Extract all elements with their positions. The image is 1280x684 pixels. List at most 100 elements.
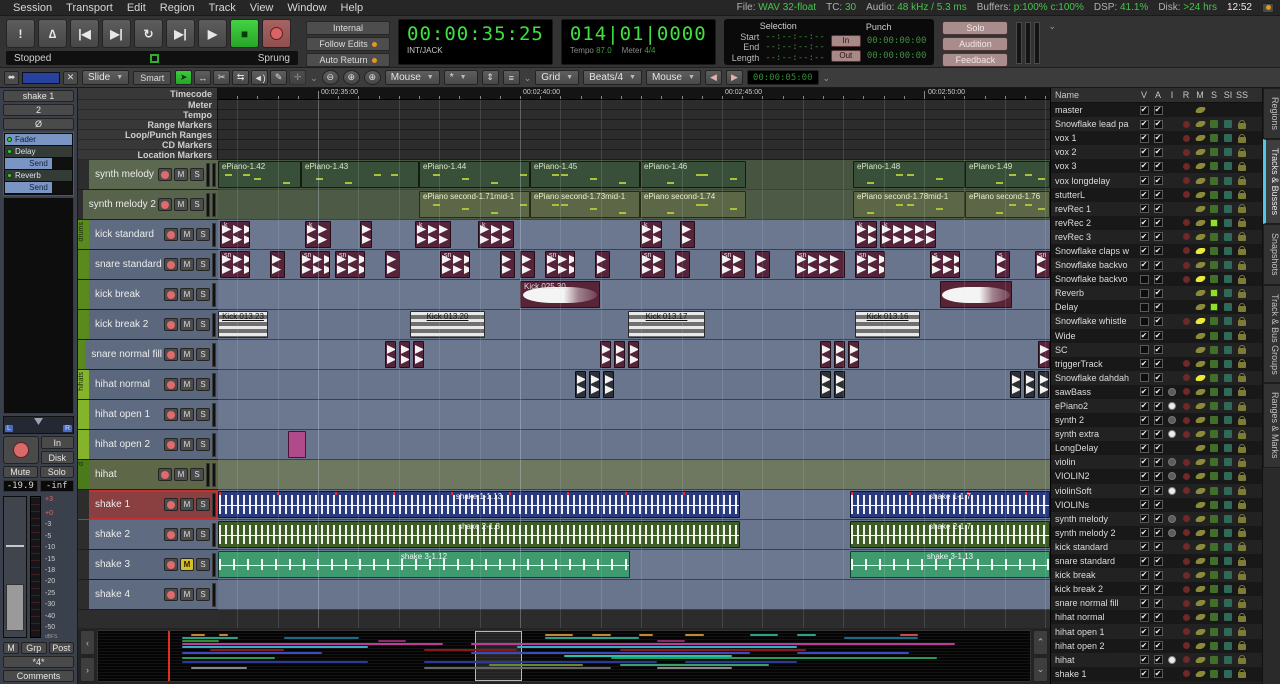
panel-cell[interactable] xyxy=(1207,120,1221,128)
active-checkbox[interactable]: ✔ xyxy=(1154,275,1163,284)
active-checkbox[interactable]: ✔ xyxy=(1154,345,1163,354)
panel-cell[interactable] xyxy=(1179,149,1193,156)
primary-clock-time[interactable]: 00:00:35:25 xyxy=(407,22,544,46)
record-state-icon[interactable] xyxy=(1183,233,1190,240)
menu-session[interactable]: Session xyxy=(6,2,59,14)
visible-checkbox[interactable]: ✔ xyxy=(1140,585,1149,594)
panel-cell[interactable] xyxy=(1193,206,1207,212)
mute-state-icon[interactable] xyxy=(1194,417,1206,423)
visible-checkbox[interactable]: ✔ xyxy=(1140,542,1149,551)
solo-isolate-icon[interactable] xyxy=(1224,360,1232,368)
solo-isolate-icon[interactable] xyxy=(1224,205,1232,213)
solo-button[interactable]: S xyxy=(196,288,210,301)
panel-cell[interactable]: ✔ xyxy=(1137,613,1151,622)
ruler-lane[interactable] xyxy=(218,150,1050,160)
panel-cell[interactable] xyxy=(1179,360,1193,367)
mute-state-icon[interactable] xyxy=(1194,375,1206,381)
cut-tool-button[interactable]: ✂ xyxy=(213,70,230,85)
mute-state-icon[interactable] xyxy=(1194,629,1206,635)
solo-state-icon[interactable] xyxy=(1210,529,1218,537)
solo-state-icon[interactable] xyxy=(1210,134,1218,142)
panel-cell[interactable]: ✔ xyxy=(1151,275,1165,284)
audition-button[interactable]: Audition xyxy=(942,37,1008,51)
region[interactable]: ePiano second-1.71mid-1 xyxy=(419,191,530,218)
panel-cell[interactable]: ✔ xyxy=(1137,402,1151,411)
track-lane-hihat-open-1[interactable] xyxy=(218,400,1050,430)
panel-cell[interactable] xyxy=(1179,191,1193,198)
panel-cell[interactable] xyxy=(1193,445,1207,451)
panel-cell[interactable] xyxy=(1235,387,1249,396)
panel-cell[interactable] xyxy=(1235,134,1249,143)
mute-state-icon[interactable] xyxy=(1194,121,1206,127)
panel-cell[interactable]: ✔ xyxy=(1151,148,1165,157)
panel-cell[interactable]: ✔ xyxy=(1151,669,1165,678)
track-lane-hihat[interactable] xyxy=(218,460,1050,490)
solo-isolate-icon[interactable] xyxy=(1224,628,1232,636)
solo-safe-lock-icon[interactable] xyxy=(1238,630,1246,636)
panel-row-ePiano2[interactable]: ePiano2✔✔ xyxy=(1051,399,1262,413)
solo-safe-lock-icon[interactable] xyxy=(1238,658,1246,664)
tab-ranges-marks[interactable]: Ranges & Marks xyxy=(1263,383,1280,468)
track-header-body[interactable]: hihat open 2MS xyxy=(89,430,218,459)
mute-state-icon[interactable] xyxy=(1194,163,1206,169)
stretch-tool-button[interactable]: ⇆ xyxy=(232,70,249,85)
panel-row-Snowflake-claps-w[interactable]: Snowflake claps w✔✔ xyxy=(1051,244,1262,258)
solo-isolate-icon[interactable] xyxy=(1224,346,1232,354)
input-monitor-icon[interactable] xyxy=(1168,515,1176,523)
mute-button[interactable]: M xyxy=(180,558,194,571)
solo-safe-lock-icon[interactable] xyxy=(1238,574,1246,580)
solo-state-icon[interactable] xyxy=(1210,360,1218,368)
track-lane-snare-standard[interactable]: snsnsnsnsnsnsnsnsnsssn xyxy=(218,250,1050,280)
strip-m-button[interactable]: M xyxy=(3,642,19,654)
solo-isolate-icon[interactable] xyxy=(1224,374,1232,382)
region[interactable] xyxy=(834,371,845,398)
visible-checkbox[interactable]: ✔ xyxy=(1140,359,1149,368)
solo-state-icon[interactable] xyxy=(1210,571,1218,579)
solo-button[interactable]: S xyxy=(196,348,210,361)
region[interactable]: Kick 013.20 xyxy=(410,311,485,338)
panel-cell[interactable] xyxy=(1165,458,1179,466)
panel-cell[interactable] xyxy=(1207,275,1221,283)
panel-row-SC[interactable]: SC✔ xyxy=(1051,343,1262,357)
region[interactable] xyxy=(820,341,831,368)
panel-cell[interactable] xyxy=(1235,402,1249,411)
solo-state-icon[interactable] xyxy=(1210,233,1218,241)
panel-row-hihat[interactable]: hihat✔✔ xyxy=(1051,653,1262,667)
track-header-body[interactable]: shake 1MS xyxy=(89,490,218,519)
region[interactable]: ePiano-1.48 xyxy=(853,161,965,188)
solo-button[interactable]: S xyxy=(190,198,204,211)
record-state-icon[interactable] xyxy=(1183,276,1190,283)
panel-cell[interactable]: ✔ xyxy=(1151,289,1165,298)
mute-state-icon[interactable] xyxy=(1194,530,1206,536)
mute-state-icon[interactable] xyxy=(1194,671,1206,677)
track-lane-kick-break-2[interactable]: Kick 013.23Kick 013.20Kick 013.17Kick 01… xyxy=(218,310,1050,340)
panel-row-Snowflake-dahdah[interactable]: Snowflake dahdah✔ xyxy=(1051,371,1262,385)
panel-row-LongDelay[interactable]: LongDelay✔✔ xyxy=(1051,441,1262,455)
region[interactable]: sn xyxy=(720,251,745,278)
mute-state-icon[interactable] xyxy=(1194,614,1206,620)
panel-cell[interactable] xyxy=(1193,135,1207,141)
active-checkbox[interactable]: ✔ xyxy=(1154,486,1163,495)
ruler-lane[interactable] xyxy=(218,100,1050,110)
chevron-down-icon[interactable]: ⌄ xyxy=(1048,21,1056,32)
region[interactable]: ePiano-1.45 xyxy=(530,161,640,188)
panel-cell[interactable] xyxy=(1207,613,1221,621)
record-state-icon[interactable] xyxy=(1183,642,1190,649)
solo-isolate-icon[interactable] xyxy=(1224,261,1232,269)
panel-cell[interactable] xyxy=(1235,486,1249,495)
solo-button[interactable]: S xyxy=(196,318,210,331)
mute-state-icon[interactable] xyxy=(1194,558,1206,564)
active-checkbox[interactable]: ✔ xyxy=(1154,331,1163,340)
panel-cell[interactable]: ✔ xyxy=(1137,387,1151,396)
panel-cell[interactable] xyxy=(1179,417,1193,424)
strip-post-button[interactable]: Post xyxy=(49,642,75,654)
panel-cell[interactable] xyxy=(1193,304,1207,310)
group-strip[interactable] xyxy=(78,340,85,369)
solo-safe-lock-icon[interactable] xyxy=(1238,362,1246,368)
mute-state-icon[interactable] xyxy=(1194,431,1206,437)
region[interactable]: Kick 013.17 xyxy=(628,311,705,338)
processor-send[interactable]: Send xyxy=(5,182,72,193)
visible-checkbox[interactable] xyxy=(1140,289,1149,298)
panel-cell[interactable] xyxy=(1235,514,1249,523)
panel-cell[interactable]: ✔ xyxy=(1151,444,1165,453)
